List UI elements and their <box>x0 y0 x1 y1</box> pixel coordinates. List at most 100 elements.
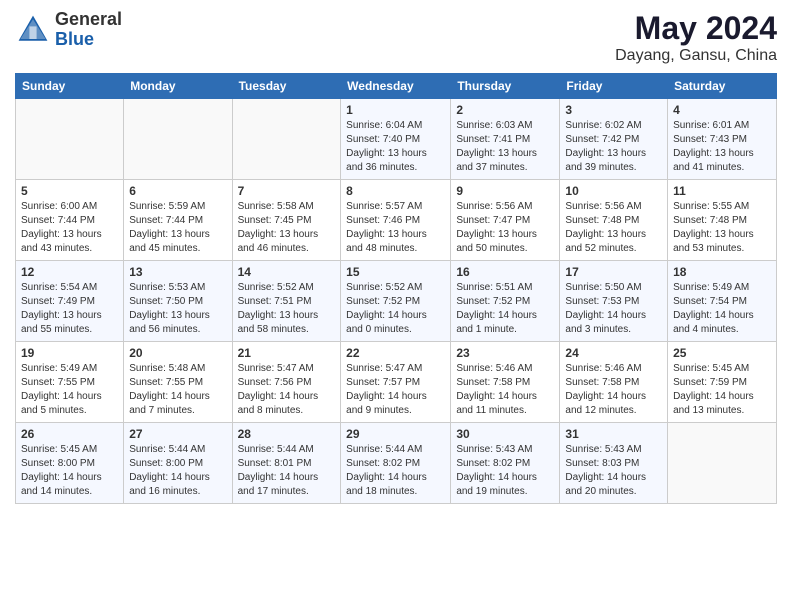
week-row-3: 12 Sunrise: 5:54 AM Sunset: 7:49 PM Dayli… <box>16 261 777 342</box>
cell-info: Sunrise: 5:47 AM Sunset: 7:57 PM Dayligh… <box>346 362 445 418</box>
col-friday: Friday <box>560 74 668 99</box>
calendar-cell: 27 Sunrise: 5:44 AM Sunset: 8:00 PM Dayli… <box>124 423 232 504</box>
day-number: 17 <box>565 265 662 279</box>
cell-info: Sunrise: 5:52 AM Sunset: 7:51 PM Dayligh… <box>238 281 336 337</box>
week-row-5: 26 Sunrise: 5:45 AM Sunset: 8:00 PM Dayli… <box>16 423 777 504</box>
day-number: 29 <box>346 427 445 441</box>
col-monday: Monday <box>124 74 232 99</box>
cell-info: Sunrise: 6:03 AM Sunset: 7:41 PM Dayligh… <box>456 119 554 175</box>
day-number: 16 <box>456 265 554 279</box>
day-number: 9 <box>456 184 554 198</box>
logo-text: General Blue <box>55 10 122 50</box>
cell-info: Sunrise: 5:47 AM Sunset: 7:56 PM Dayligh… <box>238 362 336 418</box>
col-thursday: Thursday <box>451 74 560 99</box>
calendar-cell: 19Sunrise: 5:49 AM Sunset: 7:55 PM Dayli… <box>16 342 124 423</box>
logo-blue-text: Blue <box>55 30 122 50</box>
cell-info: Sunrise: 5:54 AM Sunset: 7:49 PM Dayligh… <box>21 281 118 337</box>
cell-info: Sunrise: 6:01 AM Sunset: 7:43 PM Dayligh… <box>673 119 771 175</box>
cell-info: Sunrise: 5:55 AM Sunset: 7:48 PM Dayligh… <box>673 200 771 256</box>
day-number: 10 <box>565 184 662 198</box>
cell-info: Sunrise: 5:43 AM Sunset: 8:03 PM Dayligh… <box>565 443 662 499</box>
day-number: 7 <box>238 184 336 198</box>
cell-info: Sunrise: 5:51 AM Sunset: 7:52 PM Dayligh… <box>456 281 554 337</box>
cell-info: Sunrise: 5:56 AM Sunset: 7:47 PM Dayligh… <box>456 200 554 256</box>
day-number: 1 <box>346 103 445 117</box>
day-number: 13 <box>129 265 226 279</box>
calendar-cell: 24Sunrise: 5:46 AM Sunset: 7:58 PM Dayli… <box>560 342 668 423</box>
day-number: 4 <box>673 103 771 117</box>
logo-general-text: General <box>55 10 122 30</box>
week-row-4: 19Sunrise: 5:49 AM Sunset: 7:55 PM Dayli… <box>16 342 777 423</box>
cell-info: Sunrise: 5:57 AM Sunset: 7:46 PM Dayligh… <box>346 200 445 256</box>
cell-info: Sunrise: 5:45 AM Sunset: 8:00 PM Dayligh… <box>21 443 118 499</box>
calendar-cell: 5Sunrise: 6:00 AM Sunset: 7:44 PM Daylig… <box>16 180 124 261</box>
cell-info: Sunrise: 5:53 AM Sunset: 7:50 PM Dayligh… <box>129 281 226 337</box>
calendar-cell: 22 Sunrise: 5:47 AM Sunset: 7:57 PM Dayli… <box>341 342 451 423</box>
calendar-table: Sunday Monday Tuesday Wednesday Thursday… <box>15 73 777 504</box>
calendar-header-row: Sunday Monday Tuesday Wednesday Thursday… <box>16 74 777 99</box>
week-row-1: 1Sunrise: 6:04 AM Sunset: 7:40 PM Daylig… <box>16 99 777 180</box>
cell-info: Sunrise: 5:49 AM Sunset: 7:55 PM Dayligh… <box>21 362 118 418</box>
calendar-cell: 8 Sunrise: 5:57 AM Sunset: 7:46 PM Daylig… <box>341 180 451 261</box>
calendar-cell <box>16 99 124 180</box>
day-number: 26 <box>21 427 118 441</box>
cell-info: Sunrise: 5:52 AM Sunset: 7:52 PM Dayligh… <box>346 281 445 337</box>
day-number: 22 <box>346 346 445 360</box>
cell-info: Sunrise: 6:02 AM Sunset: 7:42 PM Dayligh… <box>565 119 662 175</box>
cell-info: Sunrise: 5:48 AM Sunset: 7:55 PM Dayligh… <box>129 362 226 418</box>
logo-icon <box>15 12 51 48</box>
calendar-cell: 9 Sunrise: 5:56 AM Sunset: 7:47 PM Daylig… <box>451 180 560 261</box>
calendar-cell: 16 Sunrise: 5:51 AM Sunset: 7:52 PM Dayli… <box>451 261 560 342</box>
day-number: 23 <box>456 346 554 360</box>
day-number: 27 <box>129 427 226 441</box>
cell-info: Sunrise: 5:59 AM Sunset: 7:44 PM Dayligh… <box>129 200 226 256</box>
calendar-cell: 26 Sunrise: 5:45 AM Sunset: 8:00 PM Dayli… <box>16 423 124 504</box>
calendar-cell: 13 Sunrise: 5:53 AM Sunset: 7:50 PM Dayli… <box>124 261 232 342</box>
calendar-cell: 11 Sunrise: 5:55 AM Sunset: 7:48 PM Dayli… <box>668 180 777 261</box>
calendar-cell <box>124 99 232 180</box>
cell-info: Sunrise: 5:44 AM Sunset: 8:02 PM Dayligh… <box>346 443 445 499</box>
calendar-cell <box>668 423 777 504</box>
week-row-2: 5Sunrise: 6:00 AM Sunset: 7:44 PM Daylig… <box>16 180 777 261</box>
day-number: 11 <box>673 184 771 198</box>
cell-info: Sunrise: 5:58 AM Sunset: 7:45 PM Dayligh… <box>238 200 336 256</box>
header: General Blue May 2024 Dayang, Gansu, Chi… <box>15 10 777 65</box>
day-number: 12 <box>21 265 118 279</box>
day-number: 24 <box>565 346 662 360</box>
calendar-cell: 25Sunrise: 5:45 AM Sunset: 7:59 PM Dayli… <box>668 342 777 423</box>
day-number: 8 <box>346 184 445 198</box>
day-number: 20 <box>129 346 226 360</box>
day-number: 14 <box>238 265 336 279</box>
calendar-cell: 10Sunrise: 5:56 AM Sunset: 7:48 PM Dayli… <box>560 180 668 261</box>
calendar-cell: 2 Sunrise: 6:03 AM Sunset: 7:41 PM Daylig… <box>451 99 560 180</box>
calendar-cell: 28 Sunrise: 5:44 AM Sunset: 8:01 PM Dayli… <box>232 423 341 504</box>
calendar-cell: 17 Sunrise: 5:50 AM Sunset: 7:53 PM Dayli… <box>560 261 668 342</box>
calendar-cell: 21 Sunrise: 5:47 AM Sunset: 7:56 PM Dayli… <box>232 342 341 423</box>
day-number: 6 <box>129 184 226 198</box>
calendar-cell: 1Sunrise: 6:04 AM Sunset: 7:40 PM Daylig… <box>341 99 451 180</box>
day-number: 2 <box>456 103 554 117</box>
day-number: 31 <box>565 427 662 441</box>
logo: General Blue <box>15 10 122 50</box>
cell-info: Sunrise: 5:44 AM Sunset: 8:00 PM Dayligh… <box>129 443 226 499</box>
calendar-subtitle: Dayang, Gansu, China <box>615 47 777 65</box>
calendar-cell: 3Sunrise: 6:02 AM Sunset: 7:42 PM Daylig… <box>560 99 668 180</box>
col-wednesday: Wednesday <box>341 74 451 99</box>
calendar-cell: 30Sunrise: 5:43 AM Sunset: 8:02 PM Dayli… <box>451 423 560 504</box>
day-number: 21 <box>238 346 336 360</box>
calendar-cell: 29 Sunrise: 5:44 AM Sunset: 8:02 PM Dayli… <box>341 423 451 504</box>
cell-info: Sunrise: 5:50 AM Sunset: 7:53 PM Dayligh… <box>565 281 662 337</box>
calendar-cell: 14 Sunrise: 5:52 AM Sunset: 7:51 PM Dayli… <box>232 261 341 342</box>
calendar-cell: 18 Sunrise: 5:49 AM Sunset: 7:54 PM Dayli… <box>668 261 777 342</box>
cell-info: Sunrise: 5:49 AM Sunset: 7:54 PM Dayligh… <box>673 281 771 337</box>
day-number: 15 <box>346 265 445 279</box>
col-sunday: Sunday <box>16 74 124 99</box>
cell-info: Sunrise: 5:44 AM Sunset: 8:01 PM Dayligh… <box>238 443 336 499</box>
calendar-cell <box>232 99 341 180</box>
calendar-cell: 4 Sunrise: 6:01 AM Sunset: 7:43 PM Daylig… <box>668 99 777 180</box>
col-saturday: Saturday <box>668 74 777 99</box>
calendar-cell: 6 Sunrise: 5:59 AM Sunset: 7:44 PM Daylig… <box>124 180 232 261</box>
day-number: 18 <box>673 265 771 279</box>
day-number: 28 <box>238 427 336 441</box>
calendar-cell: 7 Sunrise: 5:58 AM Sunset: 7:45 PM Daylig… <box>232 180 341 261</box>
